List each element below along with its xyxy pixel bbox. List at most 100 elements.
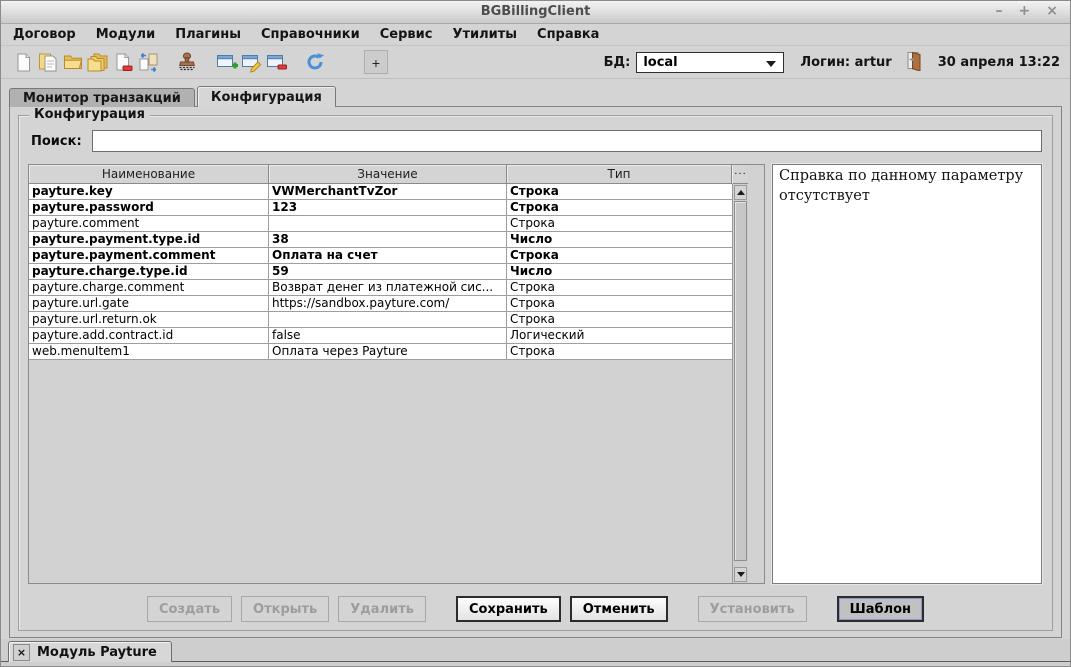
table-row[interactable]: payture.charge.type.id 59 Число [29,264,732,280]
edit-window-icon[interactable] [239,50,263,74]
cell-value [269,216,507,231]
table-scrollbar[interactable] [732,184,748,583]
cell-value: Оплата через Payture [269,344,507,359]
search-label: Поиск: [31,134,82,149]
scroll-down-icon[interactable] [734,567,747,582]
copy-document-icon[interactable] [36,50,60,74]
cell-name: payture.url.gate [29,296,269,311]
sync-documents-icon[interactable] [136,50,160,74]
delete-button: Удалить [338,596,426,622]
table-header: Наименование Значение Тип ... [29,165,764,184]
add-toolbar-button[interactable]: + [364,50,388,74]
main-area: Монитор транзакций Конфигурация Конфигур… [9,86,1062,638]
cell-type: Логический [507,328,732,343]
cell-value: Оплата на счет [269,248,507,263]
tab-configuration[interactable]: Конфигурация [197,86,336,107]
folders-stack-icon[interactable] [86,50,110,74]
table-row[interactable]: payture.add.contract.id false Логический [29,328,732,344]
parameter-help-panel: Справка по данному параметру отсутствует [772,164,1042,584]
cell-name: payture.comment [29,216,269,231]
menubar: Договор Модули Плагины Справочники Серви… [1,24,1070,46]
app-window: BGBillingClient – + × Договор Модули Пла… [0,0,1071,667]
scroll-up-icon[interactable] [734,185,747,200]
column-options-button[interactable]: ... [732,165,748,184]
cell-value: 123 [269,200,507,215]
column-header-type[interactable]: Тип [507,165,732,184]
cell-type: Строка [507,248,732,263]
cell-type: Строка [507,296,732,311]
table-row[interactable]: web.menuItem1 Оплата через Payture Строк… [29,344,732,360]
menu-contract[interactable]: Договор [3,25,86,44]
window-title: BGBillingClient [1,4,1070,19]
cell-name: payture.payment.type.id [29,232,269,247]
cell-value: Возврат денег из платежной сис... [269,280,507,295]
cell-value: 38 [269,232,507,247]
table-row[interactable]: payture.url.gate https://sandbox.payture… [29,296,732,312]
configuration-panel: Конфигурация Поиск: Наименование Значени… [9,106,1062,638]
toolbar: + БД: local Логин: artur 30 апреля 13:22 [1,46,1070,79]
cell-value: VWMerchantTvZor [269,184,507,199]
close-tab-icon[interactable]: × [13,644,30,661]
titlebar: BGBillingClient – + × [1,1,1070,24]
bottom-tab-module-payture[interactable]: × Модуль Payture [8,641,172,662]
column-header-name[interactable]: Наименование [29,165,269,184]
table-row[interactable]: payture.comment Строка [29,216,732,232]
table-row[interactable]: payture.password 123 Строка [29,200,732,216]
menu-plugins[interactable]: Плагины [165,25,251,44]
tab-transaction-monitor[interactable]: Монитор транзакций [9,88,195,107]
table-row[interactable]: payture.key VWMerchantTvZor Строка [29,184,732,200]
search-input[interactable] [92,130,1042,152]
cell-type: Строка [507,216,732,231]
table-row[interactable]: payture.payment.type.id 38 Число [29,232,732,248]
column-header-value[interactable]: Значение [269,165,507,184]
menu-service[interactable]: Сервис [370,25,443,44]
open-folder-icon[interactable] [61,50,85,74]
table-row[interactable]: payture.url.return.ok Строка [29,312,732,328]
tabstrip: Монитор транзакций Конфигурация [9,86,1062,107]
menu-modules[interactable]: Модули [86,25,165,44]
cell-type: Строка [507,200,732,215]
create-button: Создать [147,596,232,622]
minimize-button[interactable]: – [996,3,1003,19]
menu-directories[interactable]: Справочники [251,25,370,44]
remove-window-icon[interactable] [264,50,288,74]
buttons-row: Создать Открыть Удалить Сохранить Отмени… [19,596,1052,622]
db-select[interactable]: local [636,52,784,73]
cell-type: Число [507,264,732,279]
cell-value: 59 [269,264,507,279]
logout-door-icon[interactable] [904,50,924,75]
cell-name: payture.key [29,184,269,199]
cancel-button[interactable]: Отменить [570,596,668,622]
menu-utilities[interactable]: Утилиты [442,25,527,44]
maximize-button[interactable]: + [1019,3,1031,19]
cell-type: Строка [507,344,732,359]
cell-type: Число [507,232,732,247]
new-document-icon[interactable] [11,50,35,74]
save-button[interactable]: Сохранить [456,596,561,622]
cell-type: Строка [507,280,732,295]
login-label: Логин: artur [800,55,891,70]
cell-type: Строка [507,312,732,327]
configuration-groupbox: Конфигурация Поиск: Наименование Значени… [18,115,1053,631]
template-button[interactable]: Шаблон [837,596,924,622]
cell-name: payture.payment.comment [29,248,269,263]
menu-help[interactable]: Справка [527,25,609,44]
refresh-icon[interactable] [303,50,327,74]
table-row[interactable]: payture.payment.comment Оплата на счет С… [29,248,732,264]
cell-value: https://sandbox.payture.com/ [269,296,507,311]
parameters-table: Наименование Значение Тип ... payture.ke… [28,164,765,584]
delete-document-icon[interactable] [111,50,135,74]
groupbox-title: Конфигурация [29,107,150,122]
scrollbar-thumb[interactable] [734,201,747,561]
cell-name: payture.charge.comment [29,280,269,295]
cell-name: web.menuItem1 [29,344,269,359]
db-label: БД: [604,55,631,70]
stamp-icon[interactable] [175,50,199,74]
cell-type: Строка [507,184,732,199]
close-button[interactable]: × [1046,3,1058,19]
window-controls: – + × [996,3,1058,19]
cell-value [269,312,507,327]
table-row[interactable]: payture.charge.comment Возврат денег из … [29,280,732,296]
add-window-icon[interactable] [214,50,238,74]
content-area: Наименование Значение Тип ... payture.ke… [28,164,1042,584]
